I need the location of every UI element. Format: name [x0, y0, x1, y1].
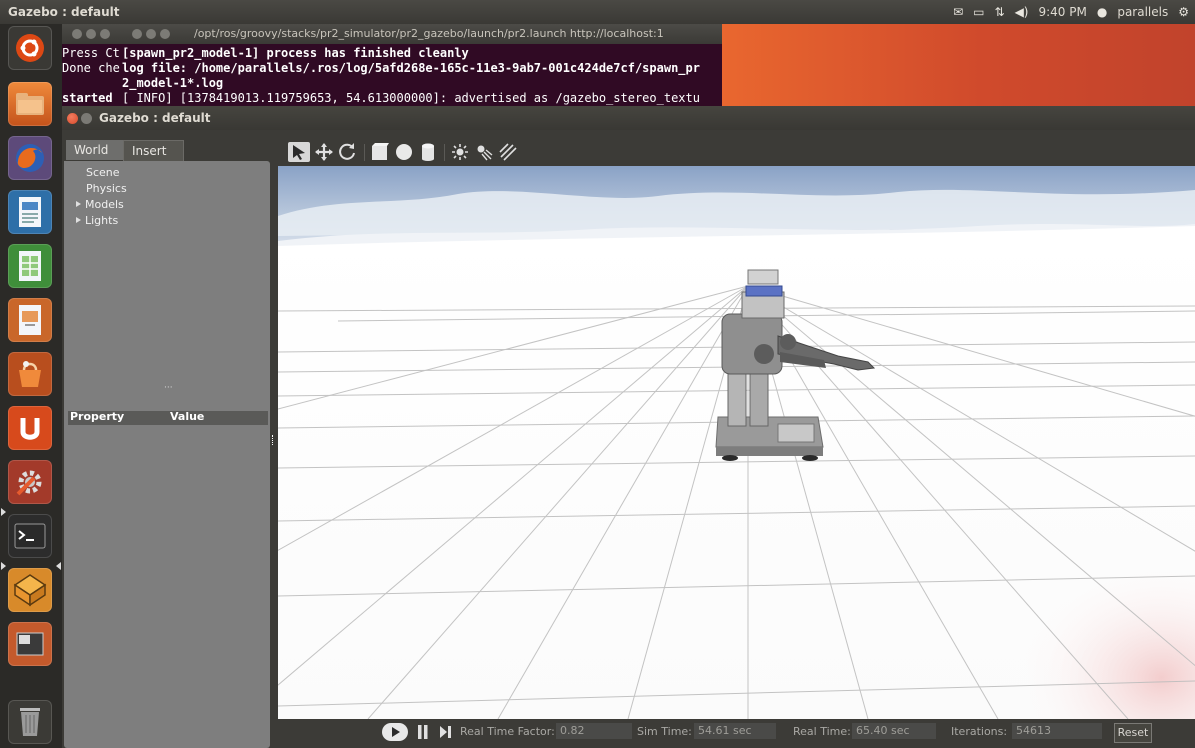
- tree-item-label: Scene: [86, 166, 120, 179]
- battery-icon[interactable]: ▭: [973, 0, 984, 24]
- scene-viewport[interactable]: [278, 166, 1195, 719]
- step-icon: [440, 726, 451, 738]
- files-icon[interactable]: [8, 82, 52, 126]
- writer-icon[interactable]: [8, 190, 52, 234]
- real-time-label: Real Time:: [793, 725, 851, 738]
- left-panel: World Insert Scene Physics Models Lights…: [62, 130, 274, 748]
- minimize-icon[interactable]: [146, 29, 156, 39]
- active-window-title: Gazebo : default: [8, 5, 120, 19]
- world-tree: Scene Physics Models Lights ··· Property…: [64, 161, 270, 748]
- ubuntu-one-icon[interactable]: [8, 406, 52, 450]
- directional-light-icon[interactable]: [498, 142, 518, 162]
- iterations-value: 54613: [1012, 723, 1102, 739]
- property-column-header[interactable]: Property: [70, 410, 124, 423]
- gazebo-title: Gazebo : default: [99, 111, 211, 125]
- toolbar-separator: [364, 144, 365, 161]
- tree-item-scene[interactable]: Scene: [86, 166, 120, 179]
- user-icon: ●: [1096, 5, 1108, 19]
- property-table-header: Property Value: [68, 410, 268, 425]
- translate-icon[interactable]: [314, 142, 334, 162]
- scene-render: [278, 166, 1195, 719]
- step-button[interactable]: [438, 723, 454, 741]
- expand-arrow-icon[interactable]: [76, 201, 81, 207]
- real-time-factor-value: 0.82: [556, 723, 632, 739]
- tree-item-physics[interactable]: Physics: [86, 182, 127, 195]
- terminal-titlebar[interactable]: /opt/ros/groovy/stacks/pr2_simulator/pr2…: [62, 24, 722, 44]
- tab-world[interactable]: World: [66, 140, 127, 160]
- terminal-line: 2_model-1*.log: [122, 76, 224, 90]
- close-icon[interactable]: [72, 29, 82, 39]
- tab-insert[interactable]: Insert: [123, 140, 184, 161]
- real-time-factor-label: Real Time Factor:: [460, 725, 555, 738]
- running-indicator: [1, 508, 6, 516]
- iterations-label: Iterations:: [951, 725, 1008, 738]
- launcher: [0, 24, 62, 748]
- terminal-title: /opt/ros/groovy/stacks/pr2_simulator/pr2…: [194, 27, 664, 40]
- terminal-line: Done che: [62, 61, 120, 75]
- spot-light-icon[interactable]: [474, 142, 494, 162]
- terminal-line: [ INFO] [1378419013.119759653, 54.613000…: [122, 91, 700, 105]
- box-icon[interactable]: [370, 142, 390, 162]
- clock[interactable]: 9:40 PM: [1038, 0, 1086, 24]
- expand-arrow-icon[interactable]: [76, 217, 81, 223]
- close-icon[interactable]: [67, 113, 78, 124]
- terminal-line: started: [62, 91, 120, 105]
- ubuntu-logo-icon[interactable]: [8, 26, 52, 70]
- maximize-icon[interactable]: [100, 29, 110, 39]
- gear-icon[interactable]: ⚙: [1178, 0, 1189, 24]
- pause-icon: [418, 725, 428, 739]
- terminal-line: [spawn_pr2_model-1] process has finished…: [122, 46, 469, 60]
- network-icon[interactable]: ⇅: [995, 0, 1005, 24]
- pause-button[interactable]: [416, 723, 430, 741]
- splitter-handle[interactable]: ···: [164, 383, 173, 393]
- simulation-status-bar: Real Time Factor: 0.82 Sim Time: 54.61 s…: [278, 719, 1195, 745]
- calc-icon[interactable]: [8, 244, 52, 288]
- close-icon[interactable]: [132, 29, 142, 39]
- username[interactable]: parallels: [1117, 0, 1168, 24]
- terminal-icon[interactable]: [8, 514, 52, 558]
- workspace-switcher-icon[interactable]: [8, 622, 52, 666]
- minimize-icon[interactable]: [81, 113, 92, 124]
- rotate-icon[interactable]: [338, 142, 358, 162]
- gazebo-window: Gazebo : default World Insert Scene Phys…: [62, 106, 1195, 748]
- tree-item-label: Physics: [86, 182, 127, 195]
- terminal-line: log file: /home/parallels/.ros/log/5afd2…: [122, 61, 700, 75]
- settings-icon[interactable]: [8, 460, 52, 504]
- tree-item-lights[interactable]: Lights: [76, 214, 118, 227]
- sim-time-value: 54.61 sec: [694, 723, 776, 739]
- value-column-header[interactable]: Value: [170, 410, 204, 423]
- tree-item-label: Models: [85, 198, 124, 211]
- select-arrow-icon[interactable]: [288, 142, 310, 162]
- gazebo-titlebar[interactable]: Gazebo : default: [62, 106, 1195, 130]
- volume-icon[interactable]: ◀): [1015, 0, 1029, 24]
- desktop-wallpaper: [722, 24, 1195, 106]
- impress-icon[interactable]: [8, 298, 52, 342]
- trash-icon[interactable]: [8, 700, 52, 744]
- tree-item-models[interactable]: Models: [76, 198, 124, 211]
- maximize-icon[interactable]: [160, 29, 170, 39]
- running-indicator: [1, 562, 6, 570]
- play-icon: [392, 727, 400, 737]
- play-button[interactable]: [382, 723, 408, 741]
- toolbar-separator: [444, 144, 445, 161]
- real-time-value: 65.40 sec: [852, 723, 936, 739]
- reset-button[interactable]: Reset: [1114, 723, 1152, 743]
- sim-time-label: Sim Time:: [637, 725, 692, 738]
- tree-item-label: Lights: [85, 214, 119, 227]
- panel-resize-handle[interactable]: [272, 435, 276, 445]
- point-light-icon[interactable]: [450, 142, 470, 162]
- gazebo-icon[interactable]: [8, 568, 52, 612]
- minimize-icon[interactable]: [86, 29, 96, 39]
- mail-icon[interactable]: ✉: [953, 0, 963, 24]
- toolbar: [278, 138, 1195, 166]
- focus-indicator: [56, 562, 61, 570]
- system-tray: ✉ ▭ ⇅ ◀) 9:40 PM ● parallels ⚙: [953, 0, 1189, 24]
- top-panel: Gazebo : default ✉ ▭ ⇅ ◀) 9:40 PM ● para…: [0, 0, 1195, 24]
- terminal-line: Press Ct: [62, 46, 120, 60]
- terminal-window[interactable]: /opt/ros/groovy/stacks/pr2_simulator/pr2…: [62, 24, 722, 106]
- firefox-icon[interactable]: [8, 136, 52, 180]
- sphere-icon[interactable]: [394, 142, 414, 162]
- cylinder-icon[interactable]: [418, 142, 438, 162]
- software-center-icon[interactable]: [8, 352, 52, 396]
